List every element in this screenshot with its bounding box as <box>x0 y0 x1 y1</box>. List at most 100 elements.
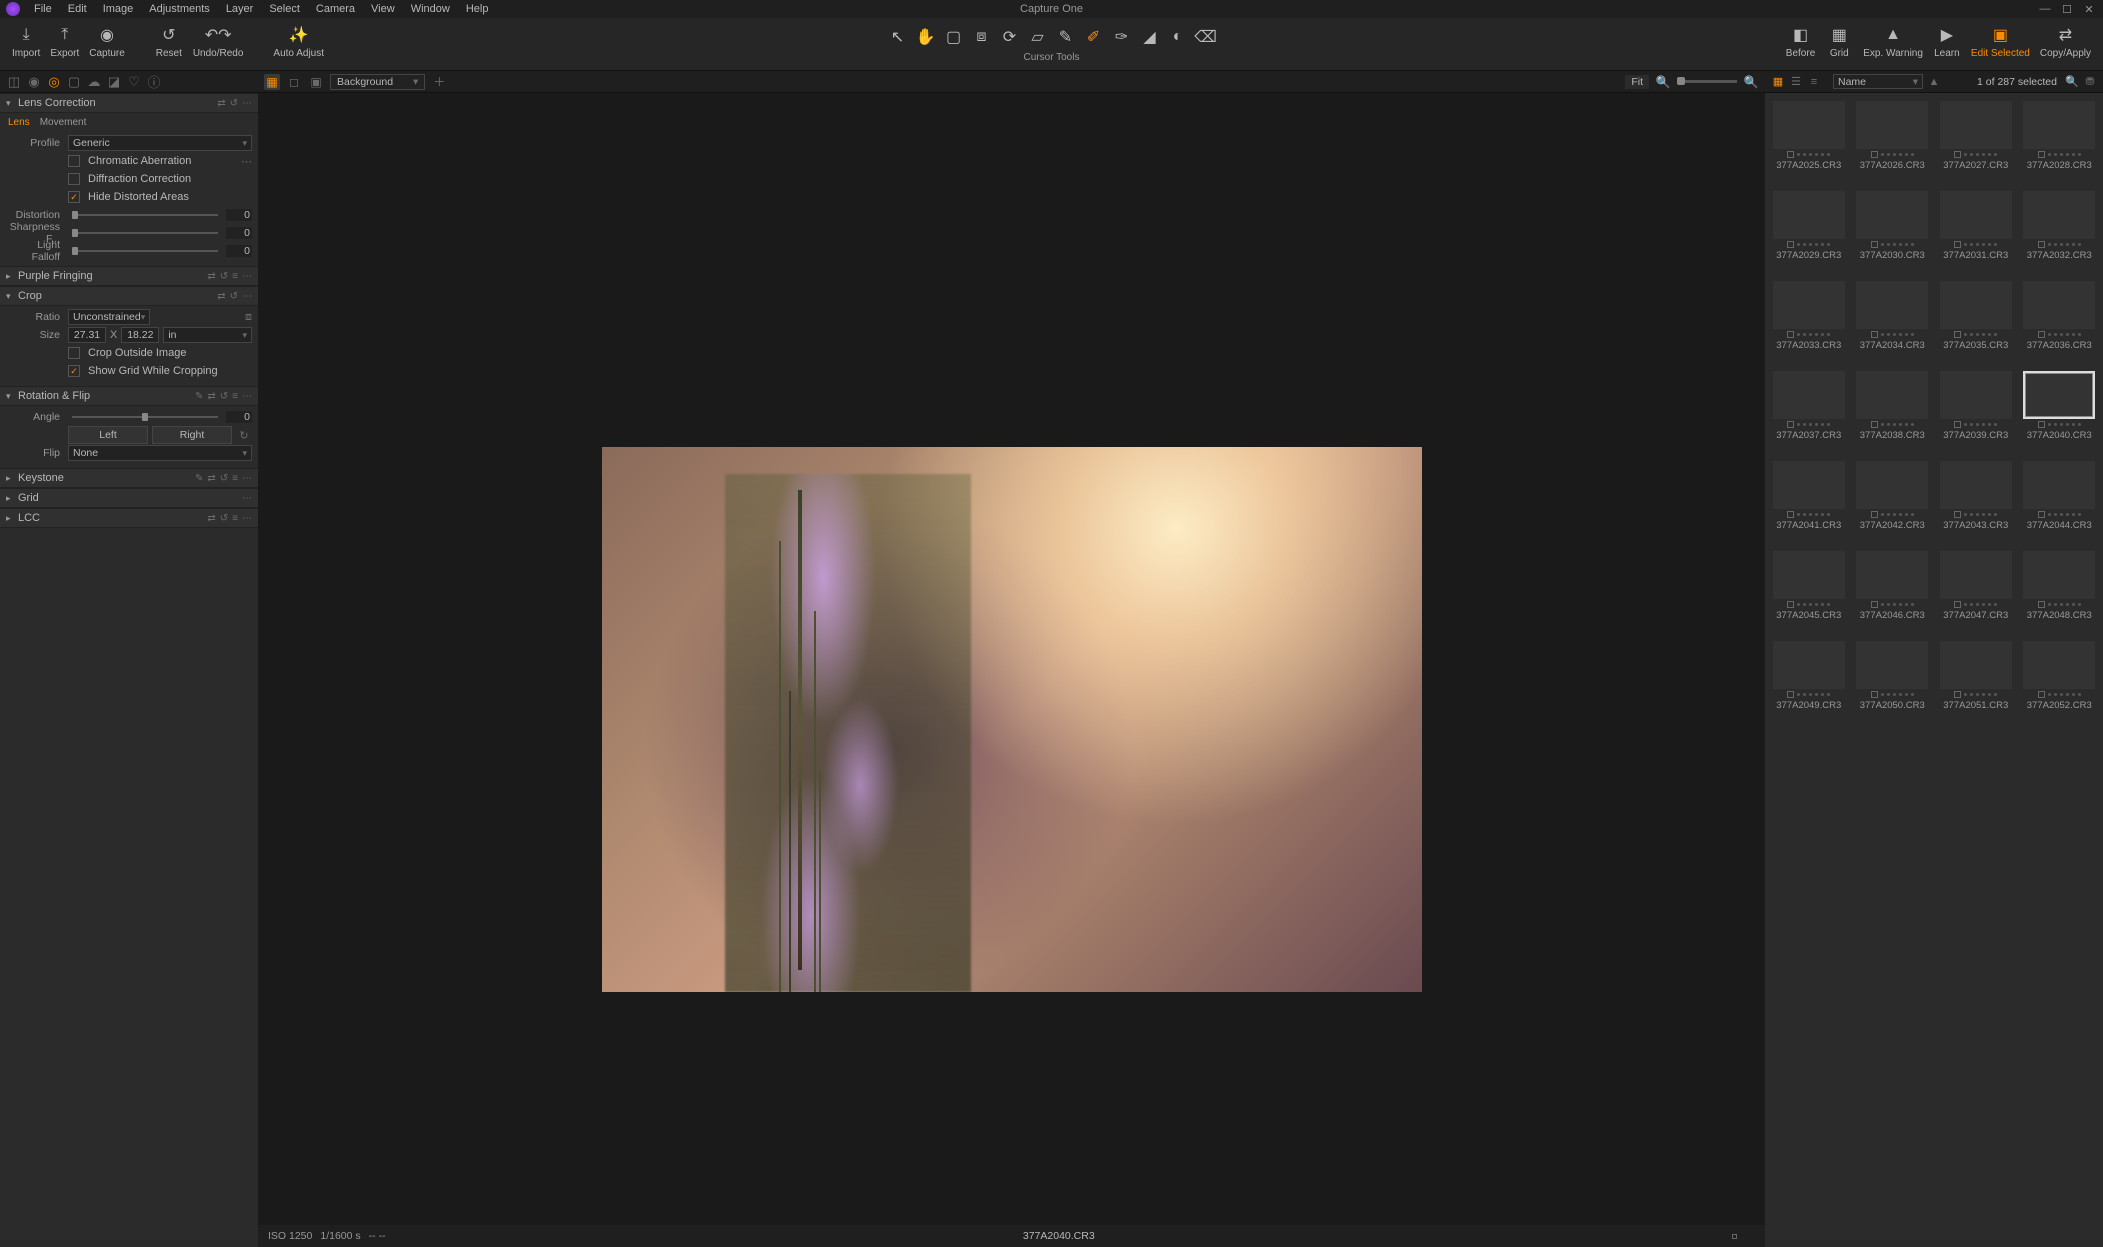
reset-button[interactable]: ↺Reset <box>151 22 187 61</box>
cursor-grad-button[interactable]: ◢ <box>1137 24 1163 50</box>
panel-tab-2[interactable]: ◎ <box>46 74 62 90</box>
add-layer-icon[interactable]: ＋ <box>431 74 447 90</box>
export-button[interactable]: ⤒Export <box>46 22 83 61</box>
presets-icon[interactable]: ≡ <box>232 473 238 484</box>
reset-icon[interactable]: ↺ <box>220 271 228 282</box>
toggle-icon[interactable]: ⋯ <box>241 155 252 168</box>
thumbnail[interactable]: 377A2048.CR3 <box>2022 551 2098 621</box>
thumbnail[interactable]: 377A2029.CR3 <box>1771 191 1847 261</box>
capture-button[interactable]: ◉Capture <box>85 22 129 61</box>
menu-file[interactable]: File <box>26 1 60 17</box>
thumbnail[interactable]: 377A2033.CR3 <box>1771 281 1847 351</box>
reset-icon[interactable]: ↺ <box>230 98 238 109</box>
panel-tab-6[interactable]: ♡ <box>126 74 142 90</box>
minimize-button[interactable]: — <box>2037 3 2053 16</box>
checkbox[interactable] <box>68 155 80 167</box>
rotate-right-button[interactable]: Right <box>152 426 232 444</box>
view-single-icon[interactable]: ◻ <box>286 74 302 90</box>
close-button[interactable]: ✕ <box>2081 3 2097 16</box>
reset-icon[interactable]: ↺ <box>220 473 228 484</box>
copy-icon[interactable]: ⇄ <box>217 291 225 302</box>
more-icon[interactable]: ⋯ <box>242 291 252 302</box>
more-icon[interactable]: ⋯ <box>242 513 252 524</box>
filter-icon[interactable]: ⛃ <box>2083 75 2097 89</box>
thumbnail[interactable]: 377A2031.CR3 <box>1938 191 2014 261</box>
cursor-crop-button[interactable]: ⧈ <box>969 24 995 50</box>
section-crop[interactable]: ▾ Crop ⇄ ↺ ⋯ <box>0 286 258 306</box>
menu-adjustments[interactable]: Adjustments <box>141 1 218 17</box>
checkbox[interactable] <box>68 173 80 185</box>
grid-view-icon[interactable]: ▦ <box>1771 75 1785 89</box>
angle-slider[interactable] <box>72 416 218 418</box>
slider-value[interactable]: 0 <box>226 209 252 221</box>
thumbnail[interactable]: 377A2049.CR3 <box>1771 641 1847 711</box>
more-icon[interactable]: ⋯ <box>242 271 252 282</box>
section-rotation-flip[interactable]: ▾ Rotation & Flip ✎ ⇄ ↺ ≡ ⋯ <box>0 386 258 406</box>
panel-tab-3[interactable]: ▢ <box>66 74 82 90</box>
straighten-icon[interactable]: ✎ <box>195 473 203 484</box>
flip-dropdown[interactable]: None ▾ <box>68 445 252 461</box>
cursor-spot-button[interactable]: ✎ <box>1053 24 1079 50</box>
more-icon[interactable]: ⋯ <box>242 473 252 484</box>
subtab-lens[interactable]: Lens <box>8 117 30 128</box>
checkbox[interactable] <box>68 347 80 359</box>
panel-tab-5[interactable]: ◪ <box>106 74 122 90</box>
section-purple-fringing[interactable]: ▸ Purple Fringing ⇄ ↺ ≡ ⋯ <box>0 266 258 286</box>
zoom-fit[interactable]: Fit <box>1625 75 1649 89</box>
slider[interactable] <box>72 232 218 234</box>
thumbnail[interactable]: 377A2026.CR3 <box>1855 101 1931 171</box>
copy-icon[interactable]: ⇄ <box>207 473 215 484</box>
search-icon[interactable]: 🔍 <box>2065 75 2079 89</box>
thumbnail[interactable]: 377A2037.CR3 <box>1771 371 1847 441</box>
presets-icon[interactable]: ≡ <box>232 391 238 402</box>
grid-button[interactable]: ▦Grid <box>1821 22 1857 61</box>
thumbnail[interactable]: 377A2035.CR3 <box>1938 281 2014 351</box>
section-keystone[interactable]: ▸ Keystone ✎ ⇄ ↺ ≡ ⋯ <box>0 468 258 488</box>
angle-value[interactable]: 0 <box>226 411 252 423</box>
thumbnail[interactable]: 377A2051.CR3 <box>1938 641 2014 711</box>
thumbnail[interactable]: 377A2036.CR3 <box>2022 281 2098 351</box>
menu-view[interactable]: View <box>363 1 403 17</box>
panel-tab-0[interactable]: ◫ <box>6 74 22 90</box>
before-button[interactable]: ◧Before <box>1782 22 1819 61</box>
cursor-eraser-button[interactable]: ⌫ <box>1193 24 1219 50</box>
presets-icon[interactable]: ≡ <box>232 271 238 282</box>
thumbnail[interactable]: 377A2045.CR3 <box>1771 551 1847 621</box>
panel-tab-1[interactable]: ◉ <box>26 74 42 90</box>
crop-width-input[interactable]: 27.31 <box>68 327 106 343</box>
subtab-movement[interactable]: Movement <box>40 117 87 128</box>
thumbnail[interactable]: 377A2027.CR3 <box>1938 101 2014 171</box>
layer-dropdown[interactable]: Background ▾ <box>330 74 425 90</box>
thumbnail[interactable]: 377A2039.CR3 <box>1938 371 2014 441</box>
search-icon[interactable]: 🔍 <box>1655 74 1671 90</box>
menu-edit[interactable]: Edit <box>60 1 95 17</box>
viewer-canvas[interactable] <box>258 93 1765 1225</box>
thumbnail[interactable]: 377A2042.CR3 <box>1855 461 1931 531</box>
straighten-icon[interactable]: ✎ <box>195 391 203 402</box>
thumbnail[interactable]: 377A2047.CR3 <box>1938 551 2014 621</box>
expwarn-button[interactable]: ▲Exp. Warning <box>1859 22 1927 61</box>
search-plus-icon[interactable]: 🔍 <box>1743 74 1759 90</box>
reset-icon[interactable]: ↺ <box>220 391 228 402</box>
cursor-radial-button[interactable]: ◐ <box>1165 24 1191 50</box>
thumbnail[interactable]: 377A2041.CR3 <box>1771 461 1847 531</box>
menu-help[interactable]: Help <box>458 1 497 17</box>
checkbox[interactable]: ✓ <box>68 191 80 203</box>
slider[interactable] <box>72 250 218 252</box>
autoadjust-button[interactable]: ✨Auto Adjust <box>269 22 328 61</box>
panel-tab-4[interactable]: ☁ <box>86 74 102 90</box>
menu-camera[interactable]: Camera <box>308 1 363 17</box>
more-icon[interactable]: ⋯ <box>242 98 252 109</box>
view-proof-icon[interactable]: ▣ <box>308 74 324 90</box>
cursor-select-button[interactable]: ↖ <box>885 24 911 50</box>
presets-icon[interactable]: ≡ <box>232 513 238 524</box>
menu-window[interactable]: Window <box>403 1 458 17</box>
undoredo-button[interactable]: ↶↷Undo/Redo <box>189 22 248 61</box>
thumbnail[interactable]: 377A2052.CR3 <box>2022 641 2098 711</box>
sort-direction-icon[interactable]: ▲ <box>1927 75 1941 89</box>
slider[interactable] <box>72 214 218 216</box>
copy-icon[interactable]: ⇄ <box>207 271 215 282</box>
import-button[interactable]: ⤓Import <box>8 22 44 61</box>
section-grid[interactable]: ▸ Grid ⋯ <box>0 488 258 508</box>
maximize-button[interactable]: ☐ <box>2059 3 2075 16</box>
